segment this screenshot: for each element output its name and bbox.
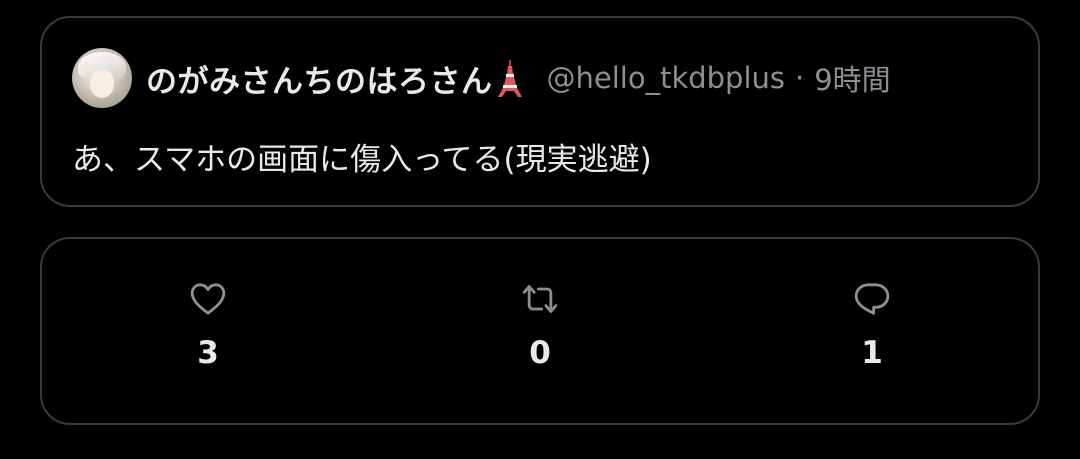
tweet-text: あ、スマホの画面に傷入ってる(現実逃避) [72, 142, 652, 178]
display-name[interactable]: のがみさんちのはろさん [146, 56, 493, 101]
tokyo-tower-icon [497, 60, 522, 97]
stats-card: 3 0 1 [40, 237, 1040, 425]
reply-count: 1 [861, 335, 883, 371]
retweet-button[interactable]: 0 [480, 279, 600, 371]
like-button[interactable]: 3 [148, 279, 268, 371]
retweet-count: 0 [529, 335, 551, 371]
heart-icon [190, 283, 226, 315]
reply-button[interactable]: 1 [812, 279, 932, 371]
reply-icon [854, 283, 890, 315]
like-count: 3 [197, 335, 219, 371]
retweet-icon [522, 285, 558, 313]
tweet-header: のがみさんちのはろさん @hello_tkdbplus · 9時間 [72, 48, 891, 108]
separator-dot: · [795, 61, 805, 95]
tweet-card[interactable]: のがみさんちのはろさん @hello_tkdbplus · 9時間 あ、スマホの… [40, 16, 1040, 207]
timestamp[interactable]: 9時間 [814, 57, 890, 99]
user-handle[interactable]: @hello_tkdbplus [547, 61, 786, 95]
avatar[interactable] [72, 48, 132, 108]
